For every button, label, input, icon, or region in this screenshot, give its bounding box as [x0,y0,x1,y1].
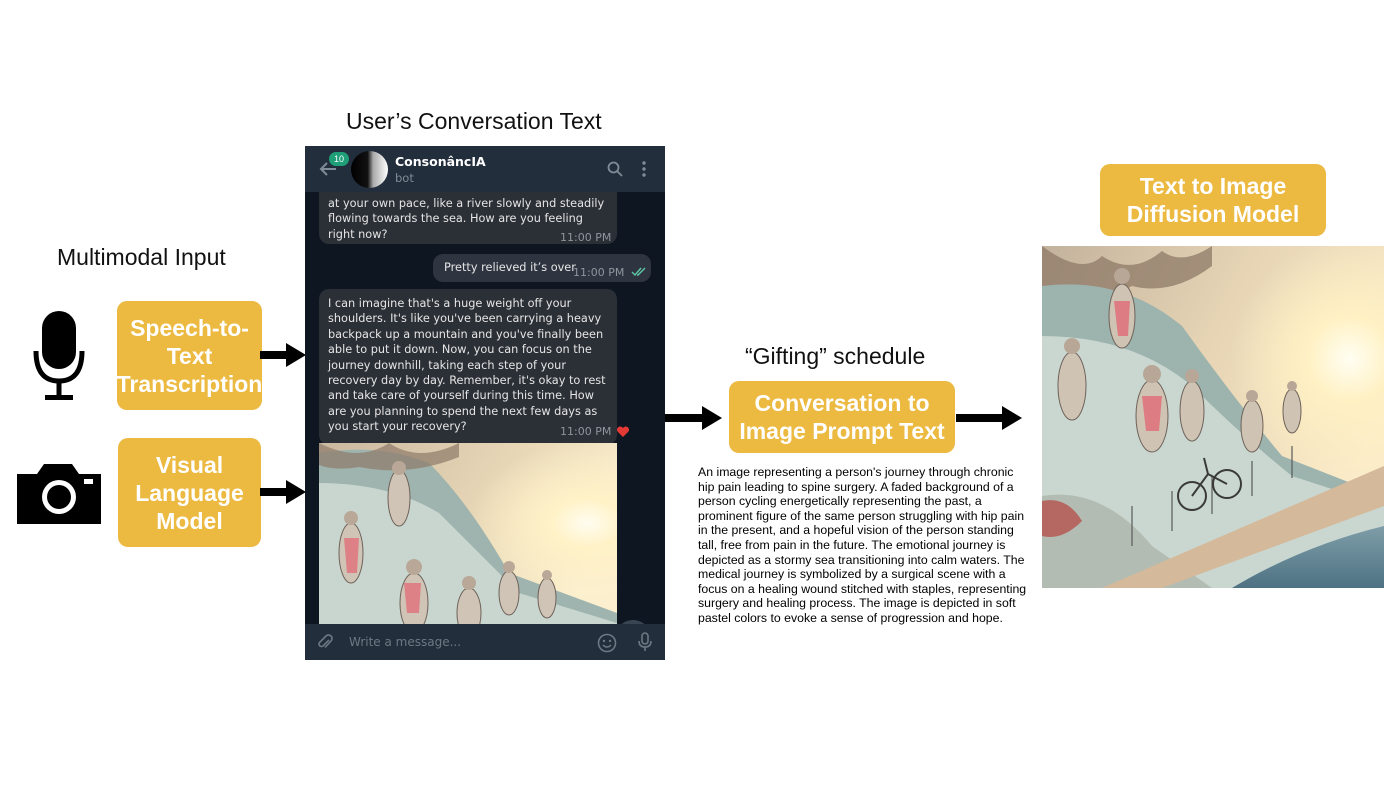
arrow-phone-to-prompt [656,406,722,430]
gifting-heading: “Gifting” schedule [745,343,926,369]
message-time: 11:00 PM [560,425,612,438]
voice-icon[interactable] [638,632,652,652]
message-time: 11:00 PM [560,231,612,244]
conversation-heading: User’s Conversation Text [346,108,602,134]
unread-badge: 10 [329,152,349,166]
message-input-bar: Write a message... [305,624,665,660]
bot-status: bot [395,171,414,185]
avatar[interactable] [351,151,388,188]
microphone-icon [33,311,85,400]
bot-name: ConsonâncIA [395,154,486,169]
arrow-speech-to-phone [260,343,306,367]
camera-icon [17,464,101,524]
arrow-visual-to-phone [260,480,306,504]
arrow-prompt-to-diffusion [956,406,1022,430]
image-prompt-text: An image representing a person's journey… [698,465,1027,625]
generated-image-message[interactable] [319,443,617,624]
chat-app-screenshot: 10 ConsonâncIA bot at your own pace, lik… [305,146,665,660]
visual-language-model-box: Visual Language Model [118,438,261,547]
message-list: at your own pace, like a river slowly an… [305,192,665,624]
more-icon[interactable] [641,161,647,177]
message-bubble-incoming: I can imagine that's a huge weight off y… [319,289,617,445]
multimodal-heading: Multimodal Input [57,244,226,270]
emoji-icon[interactable] [597,633,617,653]
diffusion-model-box: Text to Image Diffusion Model [1100,164,1326,236]
search-icon[interactable] [607,161,623,177]
message-time: 11:00 PM [573,266,625,279]
heart-icon[interactable] [616,426,630,438]
chat-header: 10 ConsonâncIA bot [305,146,665,192]
attach-icon[interactable] [317,634,333,652]
double-check-icon [631,267,646,277]
conversation-to-prompt-box: Conversation to Image Prompt Text [729,381,955,453]
generated-image [1042,246,1384,588]
speech-to-text-box: Speech-to-Text Transcription [117,301,262,410]
message-text: I can imagine that's a huge weight off y… [328,297,606,434]
message-input[interactable]: Write a message... [349,635,461,649]
